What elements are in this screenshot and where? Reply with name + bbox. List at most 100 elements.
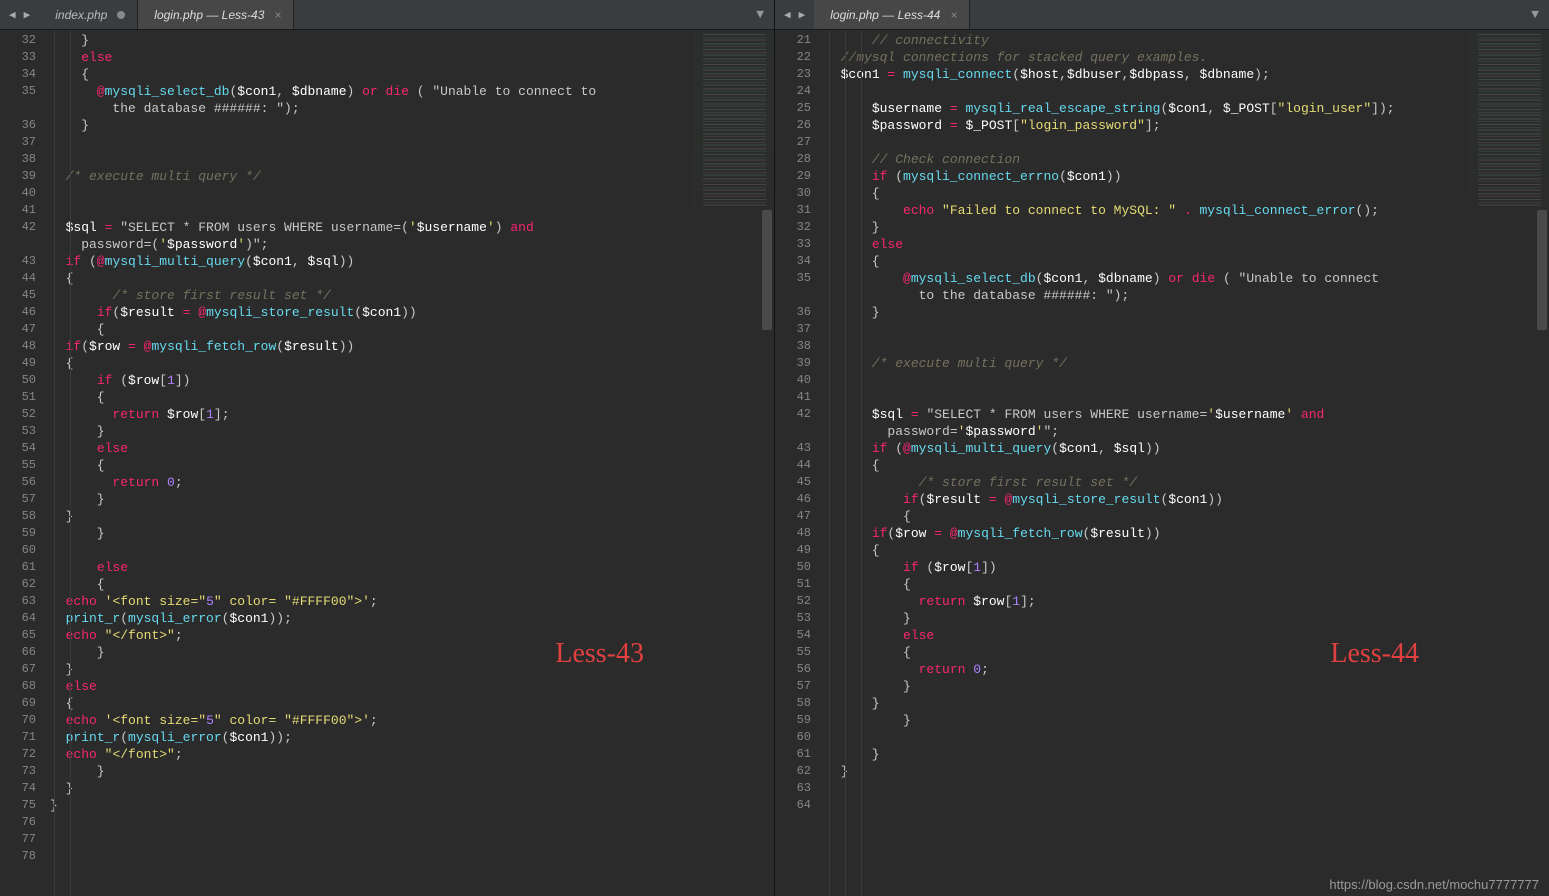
code-line[interactable]: if($result = @mysqli_store_result($con1)…	[825, 491, 1549, 508]
code-line[interactable]: {	[825, 457, 1549, 474]
code-line[interactable]	[50, 151, 774, 168]
scrollbar-thumb[interactable]	[762, 210, 772, 330]
code-line[interactable]: {	[50, 355, 774, 372]
tab-forward-icon[interactable]: ▶	[796, 6, 809, 24]
close-icon[interactable]: ×	[950, 8, 957, 22]
code-line[interactable]	[50, 185, 774, 202]
code-line[interactable]	[50, 814, 774, 831]
code-line[interactable]	[50, 202, 774, 219]
code-line[interactable]: if (@mysqli_multi_query($con1, $sql))	[825, 440, 1549, 457]
code-line[interactable]: {	[50, 270, 774, 287]
code-line[interactable]: {	[50, 321, 774, 338]
code-line[interactable]: }	[825, 763, 1549, 780]
code-line[interactable]: to the database ######: ");	[825, 287, 1549, 304]
code-line[interactable]: {	[50, 457, 774, 474]
code-line[interactable]	[825, 729, 1549, 746]
code-line[interactable]: else	[50, 559, 774, 576]
code-line[interactable]: password=('$password')";	[50, 236, 774, 253]
code-line[interactable]: {	[825, 185, 1549, 202]
editor-left[interactable]: 3233343536373839404142434445464748495051…	[0, 30, 774, 896]
code-line[interactable]	[825, 321, 1549, 338]
code-line[interactable]: $password = $_POST["login_password"];	[825, 117, 1549, 134]
code-line[interactable]: the database ######: ");	[50, 100, 774, 117]
code-line[interactable]: }	[50, 763, 774, 780]
minimap[interactable]	[1469, 30, 1549, 210]
code-line[interactable]: }	[825, 712, 1549, 729]
code-line[interactable]: @mysqli_select_db($con1, $dbname) or die…	[825, 270, 1549, 287]
code-line[interactable]: }	[50, 32, 774, 49]
code-line[interactable]: $sql = "SELECT * FROM users WHERE userna…	[50, 219, 774, 236]
code-line[interactable]: }	[825, 695, 1549, 712]
code-line[interactable]	[825, 134, 1549, 151]
code-line[interactable]: }	[825, 304, 1549, 321]
code-line[interactable]: }	[50, 117, 774, 134]
code-line[interactable]	[825, 338, 1549, 355]
code-line[interactable]: {	[825, 508, 1549, 525]
code-line[interactable]: password='$password'";	[825, 423, 1549, 440]
code-line[interactable]: if ($row[1])	[50, 372, 774, 389]
code-line[interactable]: }	[825, 746, 1549, 763]
code-line[interactable]	[50, 542, 774, 559]
code-line[interactable]: /* execute multi query */	[825, 355, 1549, 372]
tab-back-icon[interactable]: ◀	[6, 6, 19, 24]
code-line[interactable]: $con1 = mysqli_connect($host,$dbuser,$db…	[825, 66, 1549, 83]
code-line[interactable]: }	[825, 678, 1549, 695]
code-line[interactable]	[825, 372, 1549, 389]
code-line[interactable]: else	[825, 627, 1549, 644]
code-line[interactable]	[50, 831, 774, 848]
code-line[interactable]: print_r(mysqli_error($con1));	[50, 729, 774, 746]
code-line[interactable]: }	[50, 780, 774, 797]
code-line[interactable]: return $row[1];	[50, 406, 774, 423]
tab-index-php[interactable]: index.php	[39, 0, 138, 29]
code-line[interactable]: echo '<font size="5" color= "#FFFF00">';	[50, 712, 774, 729]
code-line[interactable]: {	[825, 576, 1549, 593]
code-line[interactable]	[50, 848, 774, 865]
code-line[interactable]	[825, 83, 1549, 100]
code-line[interactable]: if (mysqli_connect_errno($con1))	[825, 168, 1549, 185]
code-line[interactable]: }	[50, 661, 774, 678]
code-line[interactable]: return 0;	[825, 661, 1549, 678]
scrollbar-thumb[interactable]	[1537, 210, 1547, 330]
code-line[interactable]: //mysql connections for stacked query ex…	[825, 49, 1549, 66]
code-line[interactable]	[825, 780, 1549, 797]
close-icon[interactable]: ×	[274, 8, 281, 22]
code-line[interactable]: else	[825, 236, 1549, 253]
code-line[interactable]	[50, 134, 774, 151]
code-line[interactable]	[825, 797, 1549, 814]
code-line[interactable]: // Check connection	[825, 151, 1549, 168]
code-line[interactable]: echo '<font size="5" color= "#FFFF00">';	[50, 593, 774, 610]
code-area[interactable]: } else { @mysqli_select_db($con1, $dbnam…	[44, 30, 774, 896]
code-line[interactable]: {	[50, 389, 774, 406]
code-line[interactable]: if (@mysqli_multi_query($con1, $sql))	[50, 253, 774, 270]
tab-login-php-less44[interactable]: login.php — Less-44 ×	[814, 0, 970, 29]
code-line[interactable]: {	[825, 253, 1549, 270]
code-line[interactable]: }	[50, 508, 774, 525]
code-line[interactable]: $sql = "SELECT * FROM users WHERE userna…	[825, 406, 1549, 423]
code-line[interactable]: /* execute multi query */	[50, 168, 774, 185]
tab-dropdown[interactable]: ▼	[746, 0, 774, 29]
code-line[interactable]: }	[50, 423, 774, 440]
code-line[interactable]: }	[50, 644, 774, 661]
tab-forward-icon[interactable]: ▶	[21, 6, 34, 24]
code-line[interactable]: }	[50, 491, 774, 508]
code-line[interactable]: echo "Failed to connect to MySQL: " . my…	[825, 202, 1549, 219]
code-line[interactable]: return $row[1];	[825, 593, 1549, 610]
code-line[interactable]: print_r(mysqli_error($con1));	[50, 610, 774, 627]
code-area[interactable]: // connectivity //mysql connections for …	[819, 30, 1549, 896]
code-line[interactable]: {	[50, 576, 774, 593]
code-line[interactable]: else	[50, 440, 774, 457]
code-line[interactable]: {	[50, 66, 774, 83]
code-line[interactable]: {	[50, 695, 774, 712]
tab-dropdown[interactable]: ▼	[1521, 0, 1549, 29]
code-line[interactable]: if($row = @mysqli_fetch_row($result))	[50, 338, 774, 355]
code-line[interactable]: {	[825, 542, 1549, 559]
code-line[interactable]: // connectivity	[825, 32, 1549, 49]
code-line[interactable]: /* store first result set */	[50, 287, 774, 304]
code-line[interactable]: }	[50, 525, 774, 542]
code-line[interactable]: else	[50, 678, 774, 695]
code-line[interactable]	[825, 389, 1549, 406]
minimap[interactable]	[694, 30, 774, 210]
code-line[interactable]: }	[50, 797, 774, 814]
code-line[interactable]: }	[825, 219, 1549, 236]
tab-login-php-less43[interactable]: login.php — Less-43 ×	[138, 0, 294, 29]
